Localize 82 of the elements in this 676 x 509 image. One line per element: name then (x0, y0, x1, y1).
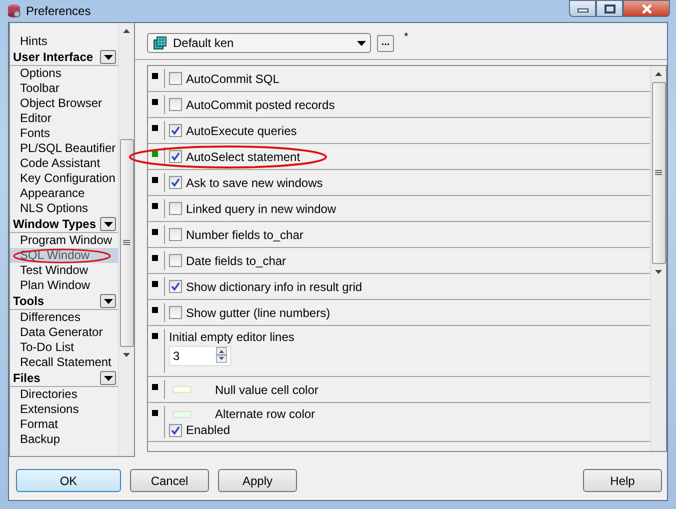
option-label: Initial empty editor lines (169, 330, 296, 344)
collapse-button[interactable] (100, 294, 116, 308)
caret-icon (357, 40, 366, 46)
sidebar-item[interactable]: PL/SQL Beautifier (10, 141, 118, 156)
maximize-button[interactable] (596, 0, 623, 17)
group-header: Window Types (13, 217, 96, 231)
scroll-thumb[interactable] (652, 82, 666, 264)
sidebar-item[interactable]: Test Window (10, 263, 118, 278)
sidebar-item[interactable]: NLS Options (10, 201, 118, 216)
color-swatch[interactable] (173, 410, 191, 418)
option-label: Null value cell color (215, 382, 318, 396)
modified-indicator: * (404, 31, 408, 43)
dialog-button[interactable]: Apply (218, 469, 297, 492)
sidebar-item[interactable]: To-Do List (10, 340, 118, 355)
option-checkbox[interactable]: Enabled (169, 423, 230, 437)
scroll-down-icon[interactable] (123, 353, 130, 357)
sidebar-item[interactable]: Fonts (10, 126, 118, 141)
number-spinner[interactable]: 3 (169, 346, 231, 366)
check-icon (171, 426, 180, 434)
scroll-up-icon[interactable] (123, 29, 130, 33)
caret-icon (104, 54, 112, 60)
sidebar-item[interactable]: Toolbar (10, 81, 118, 96)
sidebar-item[interactable]: Code Assistant (10, 156, 118, 171)
option-checkbox[interactable]: AutoExecute queries (169, 124, 297, 138)
option-checkbox[interactable]: Linked query in new window (169, 202, 336, 216)
window-title: Preferences (26, 4, 91, 18)
check-icon (171, 152, 180, 161)
sidebar-item[interactable]: Options (10, 66, 118, 81)
app-icon (6, 3, 22, 19)
browse-button[interactable]: ... (377, 34, 394, 52)
dialog-button[interactable]: OK (16, 469, 121, 492)
scroll-down-icon[interactable] (655, 270, 662, 274)
profile-dropdown[interactable]: Default ken (147, 33, 371, 53)
grip-icon (123, 240, 130, 246)
sidebar-item[interactable]: Program Window (10, 233, 118, 248)
collapse-button[interactable] (100, 217, 116, 231)
sidebar-item[interactable]: Extensions (10, 402, 118, 417)
caret-icon (104, 376, 112, 380)
caret-icon (104, 298, 112, 304)
sidebar-item[interactable]: Data Generator (10, 325, 118, 340)
option-checkbox[interactable]: Show gutter (line numbers) (169, 306, 330, 320)
spin-arrows-icon[interactable] (216, 346, 227, 362)
scroll-up-icon[interactable] (655, 72, 662, 76)
sidebar-item[interactable]: Plan Window (10, 278, 118, 293)
database-icon (152, 35, 168, 51)
scrollbar[interactable] (650, 66, 666, 451)
caret-icon (104, 222, 112, 226)
option-checkbox[interactable]: Number fields to_char (169, 228, 304, 242)
collapse-button[interactable] (100, 371, 116, 385)
sidebar-item[interactable]: Recall Statement (10, 355, 118, 370)
minimize-button[interactable] (569, 0, 596, 17)
sidebar-item[interactable]: Format (10, 417, 118, 432)
color-swatch[interactable] (173, 386, 191, 393)
sidebar-item[interactable]: Differences (10, 310, 118, 325)
option-checkbox[interactable]: Date fields to_char (169, 254, 286, 268)
dialog-button[interactable]: Help (583, 469, 662, 492)
option-checkbox[interactable]: AutoCommit SQL (169, 72, 280, 86)
sidebar-item[interactable]: Directories (10, 387, 118, 402)
sidebar-item[interactable]: Object Browser (10, 96, 118, 111)
sidebar-item[interactable]: Hints (10, 34, 118, 49)
sidebar-item[interactable]: Key Configuration (10, 171, 118, 186)
check-icon (171, 178, 180, 187)
collapse-button[interactable] (100, 50, 116, 64)
dialog-button[interactable]: Cancel (130, 469, 209, 492)
option-checkbox[interactable]: AutoCommit posted records (169, 98, 335, 112)
close-button[interactable] (623, 0, 670, 17)
sidebar-item[interactable]: Editor (10, 111, 118, 126)
sidebar-item[interactable]: Appearance (10, 186, 118, 201)
grip-icon (655, 170, 662, 176)
option-checkbox[interactable]: Show dictionary info in result grid (169, 280, 362, 294)
option-label: Alternate row color (215, 407, 316, 421)
maximize-icon (604, 4, 616, 14)
group-header: Files (13, 371, 40, 385)
close-icon (640, 4, 654, 14)
group-header: Tools (13, 294, 44, 308)
check-icon (171, 282, 180, 291)
option-checkbox[interactable]: Ask to save new windows (169, 176, 323, 190)
scrollbar[interactable] (118, 23, 134, 456)
sidebar-item[interactable]: Backup (10, 432, 118, 447)
scroll-thumb[interactable] (120, 139, 134, 347)
check-icon (171, 126, 180, 135)
group-header: User Interface (13, 50, 94, 64)
